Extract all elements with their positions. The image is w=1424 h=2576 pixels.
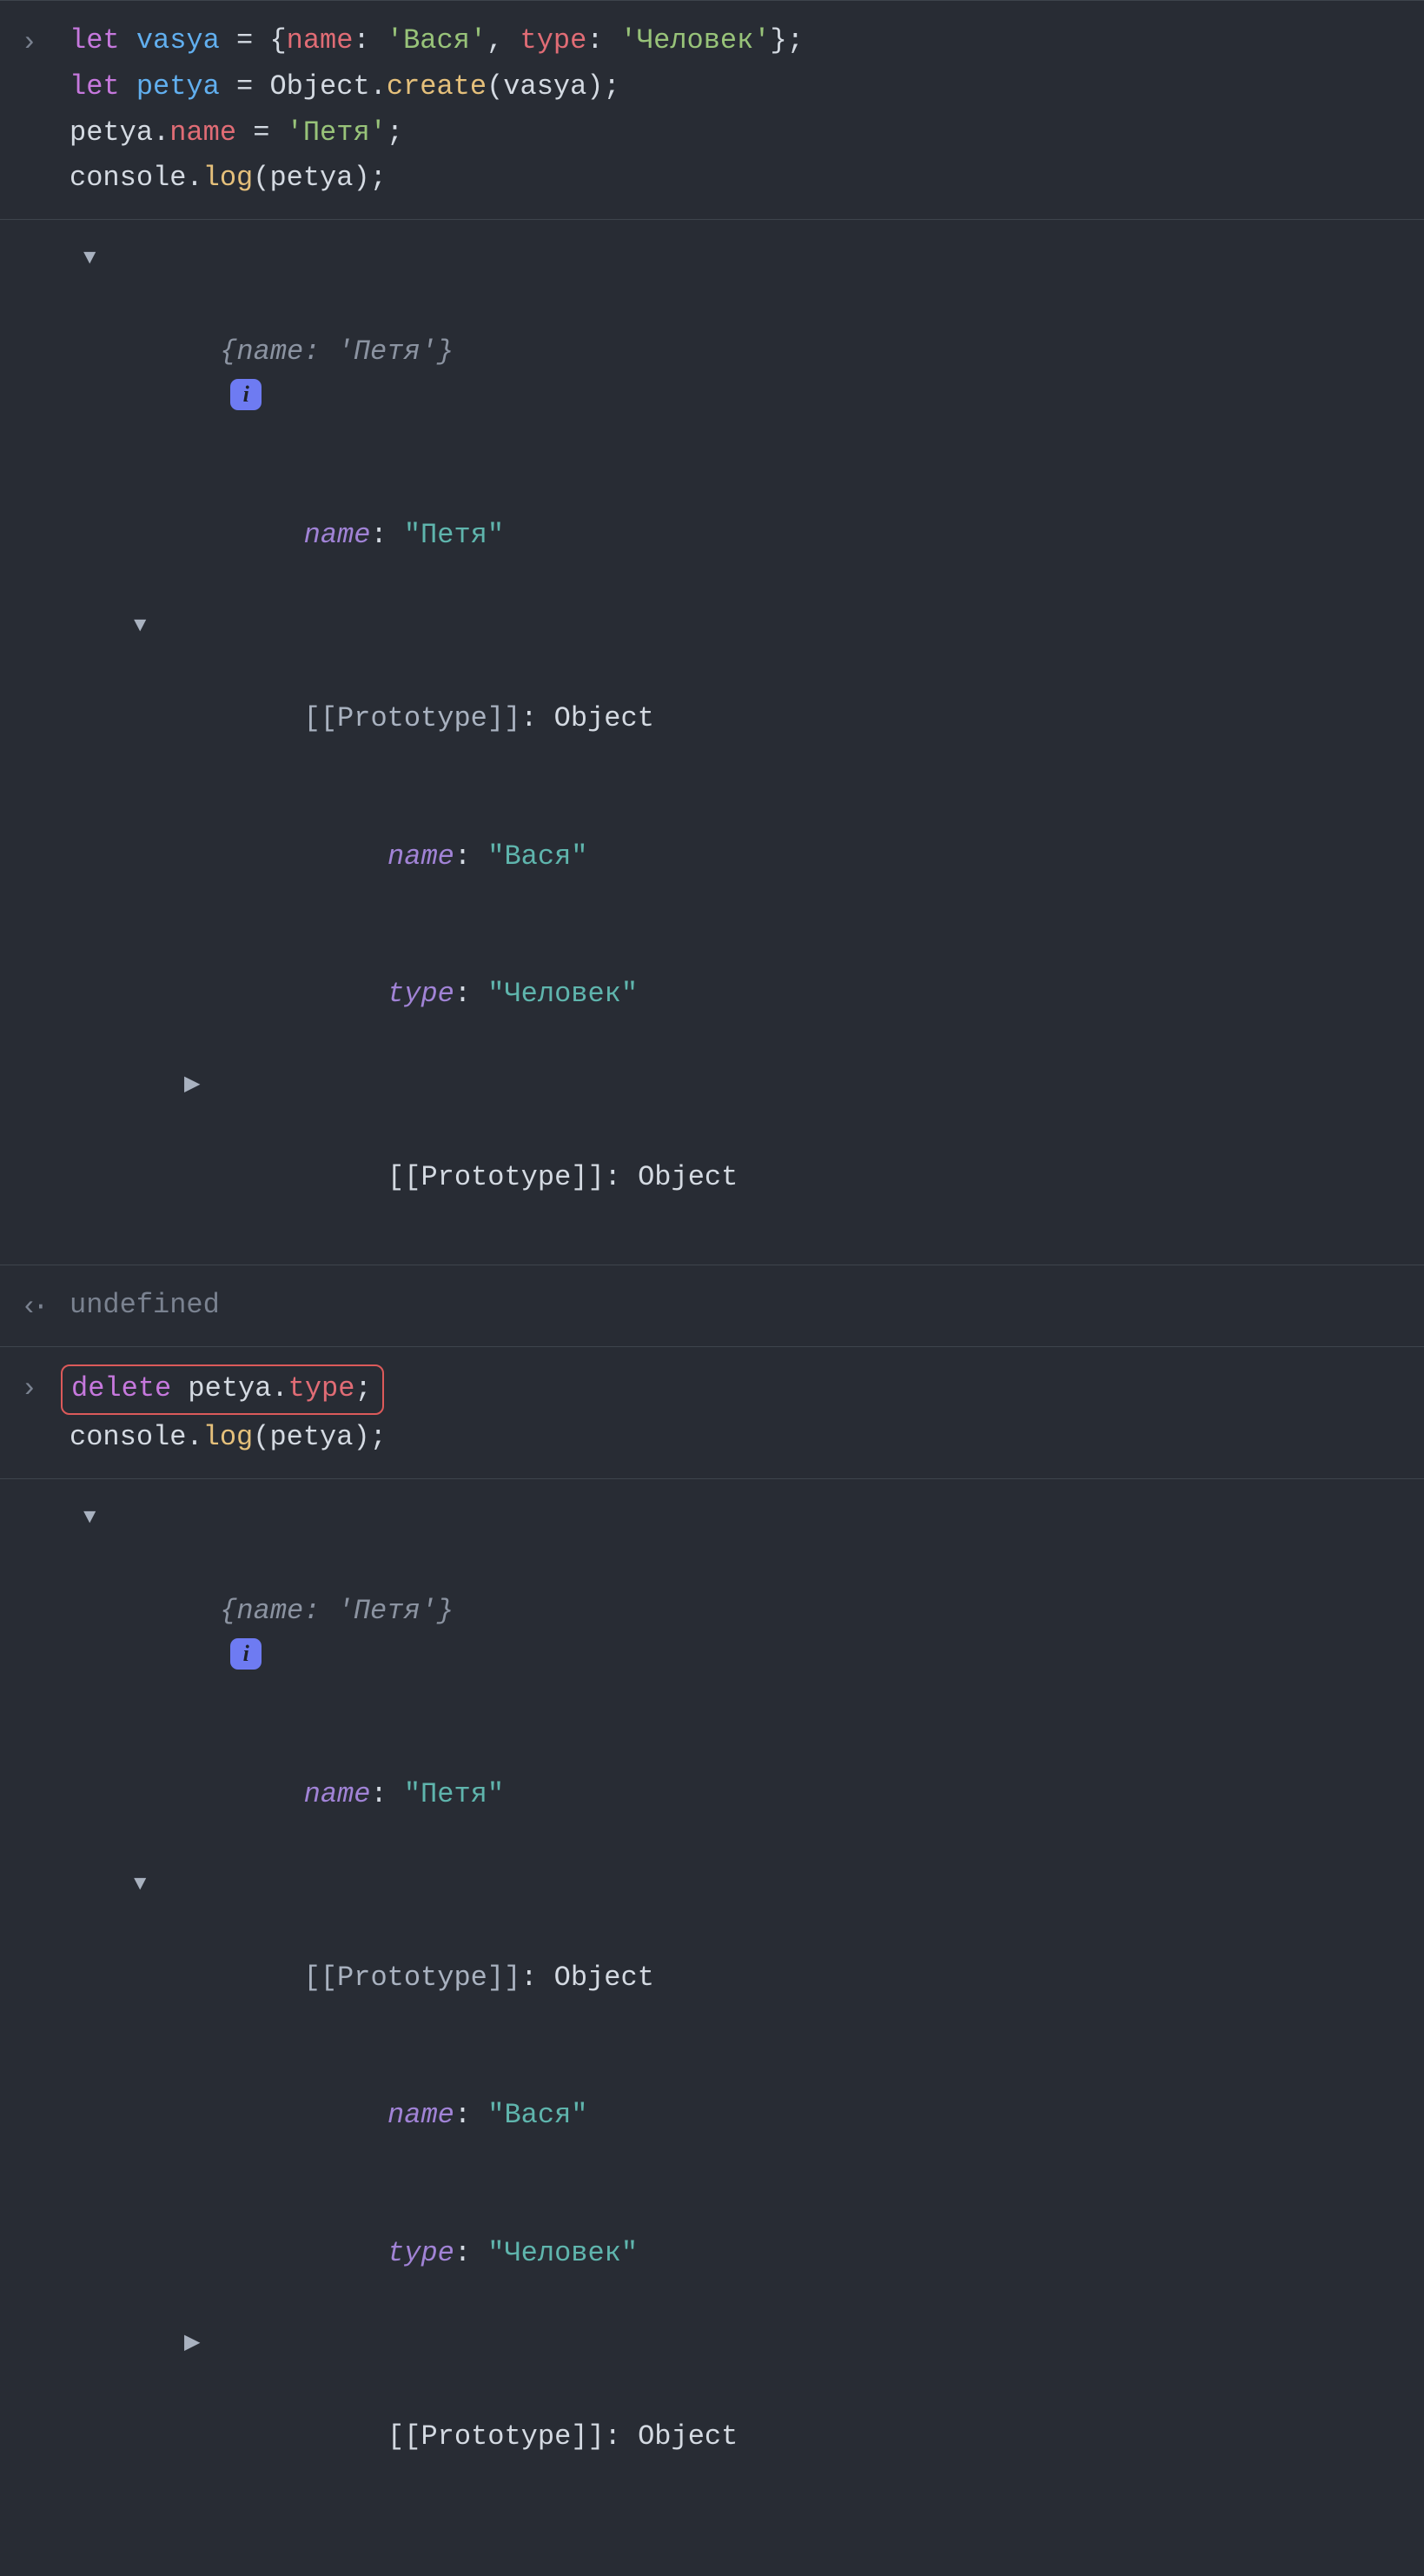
input-prompt-icon: ›: [21, 20, 37, 66]
object-property[interactable]: name: "Вася": [184, 2048, 1424, 2185]
console-input-2: › delete petya.type; console.log(petya);: [0, 1346, 1424, 1479]
code-line[interactable]: petya.name = 'Петя';: [70, 110, 1424, 156]
object-property[interactable]: type: "Человек": [184, 926, 1424, 1063]
console-input-1: › let vasya = {name: 'Вася', type: 'Чело…: [0, 0, 1424, 219]
prototype-node[interactable]: [[Prototype]]: Object: [134, 1863, 1424, 2047]
code-line[interactable]: delete petya.type;: [70, 1364, 1424, 1416]
object-property[interactable]: name: "Вася": [184, 788, 1424, 926]
undefined-value: undefined: [70, 1289, 220, 1321]
prototype-node-collapsed[interactable]: [[Prototype]]: Object: [184, 1064, 1424, 1247]
highlighted-statement: delete petya.type;: [61, 1364, 384, 1416]
prototype-node[interactable]: [[Prototype]]: Object: [134, 605, 1424, 788]
code-line[interactable]: console.log(petya);: [70, 156, 1424, 202]
disclosure-triangle-icon[interactable]: [134, 605, 169, 651]
info-icon[interactable]: i: [230, 379, 262, 410]
code-line[interactable]: console.log(petya);: [70, 1415, 1424, 1461]
console-return-value: ‹· undefined: [0, 1265, 1424, 1346]
disclosure-triangle-icon[interactable]: [184, 1064, 219, 1110]
object-property[interactable]: type: "Человек": [184, 2185, 1424, 2322]
disclosure-triangle-icon[interactable]: [184, 2322, 219, 2368]
disclosure-triangle-icon[interactable]: [134, 1863, 169, 1909]
code-line[interactable]: let petya = Object.create(vasya);: [70, 64, 1424, 110]
object-property[interactable]: name: "Петя": [134, 1726, 1424, 1863]
object-property[interactable]: name: "Петя": [134, 467, 1424, 604]
console-log-output-2: {name: 'Петя'} i name: "Петя" [[Prototyp…: [0, 1478, 1424, 2524]
info-icon[interactable]: i: [230, 1638, 262, 1670]
prototype-node-collapsed[interactable]: [[Prototype]]: Object: [184, 2322, 1424, 2506]
console-log-output-1: {name: 'Петя'} i name: "Петя" [[Prototyp…: [0, 219, 1424, 1265]
object-preview[interactable]: {name: 'Петя'} i: [83, 1497, 1424, 1726]
return-arrow-icon: ‹·: [21, 1285, 43, 1331]
input-prompt-icon: ›: [21, 1366, 37, 1412]
code-line[interactable]: let vasya = {name: 'Вася', type: 'Челове…: [70, 18, 1424, 64]
disclosure-triangle-icon[interactable]: [83, 237, 118, 283]
object-preview[interactable]: {name: 'Петя'} i: [83, 237, 1424, 467]
disclosure-triangle-icon[interactable]: [83, 1497, 118, 1543]
